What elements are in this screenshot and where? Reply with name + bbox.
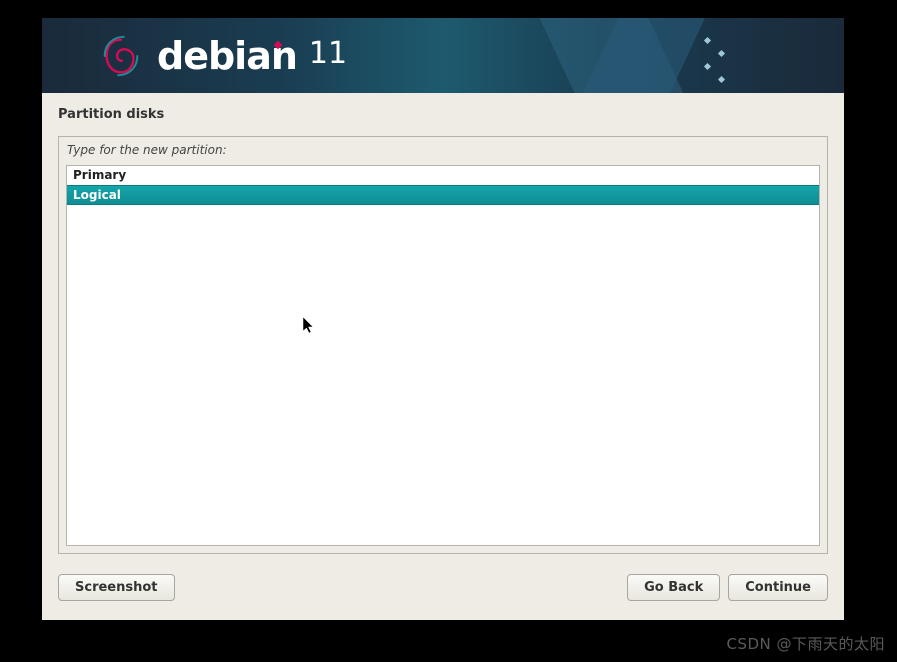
debian-swirl-icon (97, 32, 145, 80)
button-bar-right: Go Back Continue (627, 574, 828, 601)
partition-type-list[interactable]: Primary Logical (66, 165, 820, 546)
watermark: CSDN @下雨天的太阳 (726, 633, 885, 654)
button-bar: Screenshot Go Back Continue (58, 574, 828, 606)
header-banner: debian 11 (42, 18, 844, 93)
brand-name: debian (157, 34, 297, 78)
brand-version: 11 (309, 36, 347, 75)
content-area: Partition disks Type for the new partiti… (42, 93, 844, 620)
continue-button[interactable]: Continue (728, 574, 828, 601)
screenshot-button[interactable]: Screenshot (58, 574, 175, 601)
installer-window: debian 11 Partition disks Type for the n… (42, 18, 844, 620)
panel-prompt: Type for the new partition: (59, 137, 827, 163)
page-title: Partition disks (58, 107, 828, 122)
option-panel: Type for the new partition: Primary Logi… (58, 136, 828, 554)
go-back-button[interactable]: Go Back (627, 574, 720, 601)
decorative-dots-icon (705, 38, 724, 82)
option-primary[interactable]: Primary (67, 166, 819, 185)
option-logical[interactable]: Logical (67, 185, 819, 205)
